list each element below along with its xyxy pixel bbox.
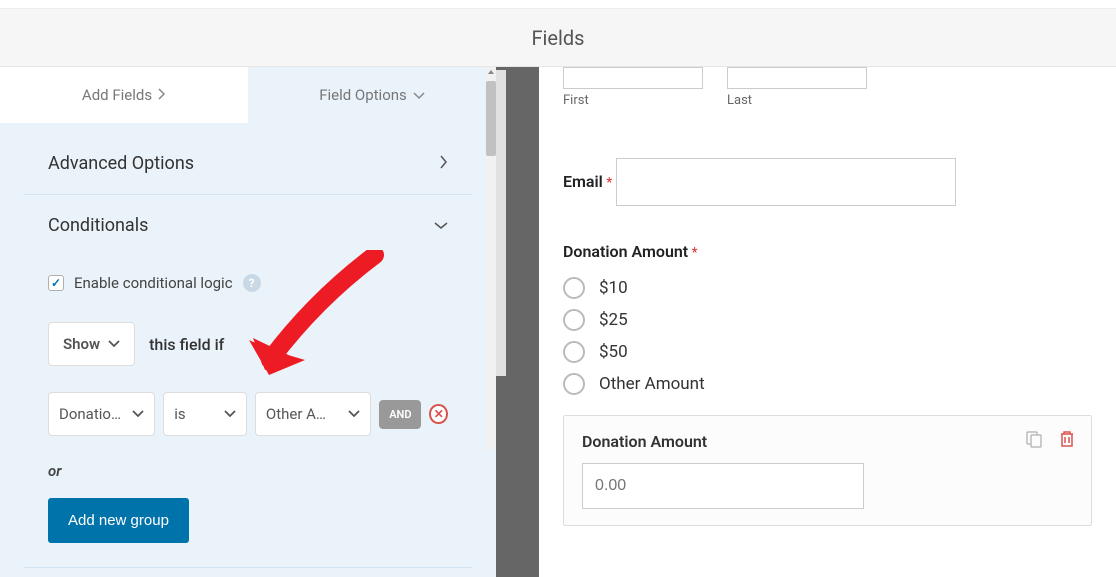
radio-other-label: Other Amount bbox=[599, 374, 705, 394]
section-advanced-options-label: Advanced Options bbox=[48, 153, 194, 174]
add-new-group-button[interactable]: Add new group bbox=[48, 498, 189, 543]
tab-add-fields-label: Add Fields bbox=[82, 86, 152, 104]
last-name-sublabel: Last bbox=[727, 93, 867, 108]
enable-conditional-row: ✓ Enable conditional logic ? bbox=[48, 274, 448, 292]
or-label: or bbox=[48, 462, 448, 480]
radio-25-label: $25 bbox=[599, 310, 628, 330]
chevron-down-icon bbox=[108, 340, 120, 348]
chevron-down-icon bbox=[132, 410, 144, 418]
radio-50[interactable] bbox=[563, 341, 585, 363]
logic-action-row: Show this field if bbox=[48, 322, 448, 366]
panel-tabs: Add Fields Field Options bbox=[0, 67, 496, 123]
last-name-input[interactable] bbox=[727, 67, 867, 89]
rule-field-value: Donatio… bbox=[59, 405, 121, 423]
chevron-down-icon bbox=[348, 410, 360, 418]
and-button[interactable]: AND bbox=[379, 400, 421, 429]
rule-field-select[interactable]: Donatio… bbox=[48, 392, 155, 436]
radio-10[interactable] bbox=[563, 277, 585, 299]
radio-item: Other Amount bbox=[563, 373, 1092, 395]
page-title: Fields bbox=[532, 26, 585, 50]
donation-radio-group: $10 $25 $50 Other Amount bbox=[563, 277, 1092, 395]
rule-value-value: Other A… bbox=[266, 405, 326, 423]
donation-amount-label: Donation Amount bbox=[563, 242, 688, 261]
rule-operator-value: is bbox=[174, 405, 185, 423]
action-select-value: Show bbox=[63, 335, 100, 353]
enable-conditional-checkbox[interactable]: ✓ bbox=[48, 275, 64, 291]
radio-25[interactable] bbox=[563, 309, 585, 331]
this-field-if-text: this field if bbox=[149, 335, 224, 354]
chevron-down-icon bbox=[413, 86, 425, 104]
left-panel: Add Fields Field Options Advanced Option… bbox=[0, 67, 496, 577]
delete-rule-button[interactable]: ✕ bbox=[429, 404, 448, 424]
preview-gap bbox=[496, 67, 539, 577]
radio-50-label: $50 bbox=[599, 342, 628, 362]
email-field: Email * bbox=[563, 144, 1092, 206]
tab-add-fields[interactable]: Add Fields bbox=[0, 67, 248, 123]
rule-value-select[interactable]: Other A… bbox=[255, 392, 371, 436]
chevron-right-icon bbox=[440, 155, 448, 173]
chevron-down-icon bbox=[434, 218, 448, 234]
field-actions bbox=[1025, 430, 1075, 452]
scroll-arrow-up-icon[interactable] bbox=[486, 67, 496, 77]
rule-row: Donatio… is Other A… AND ✕ bbox=[48, 392, 448, 436]
duplicate-icon[interactable] bbox=[1025, 430, 1043, 452]
required-star: * bbox=[688, 245, 698, 261]
radio-item: $25 bbox=[563, 309, 1092, 331]
donation-amount-field: Donation Amount * $10 $25 $50 Other Amou… bbox=[563, 242, 1092, 395]
chevron-right-icon bbox=[158, 86, 166, 104]
selected-field-label: Donation Amount bbox=[582, 432, 1073, 451]
scrollbar-thumb[interactable] bbox=[486, 81, 496, 156]
trash-icon[interactable] bbox=[1059, 430, 1075, 452]
radio-item: $10 bbox=[563, 277, 1092, 299]
radio-item: $50 bbox=[563, 341, 1092, 363]
enable-conditional-label: Enable conditional logic bbox=[74, 274, 233, 292]
help-icon[interactable]: ? bbox=[243, 274, 261, 292]
section-advanced-options[interactable]: Advanced Options bbox=[24, 133, 472, 195]
name-field-row: First Last bbox=[563, 67, 1092, 108]
required-star: * bbox=[603, 175, 613, 191]
rule-operator-select[interactable]: is bbox=[163, 392, 247, 436]
email-label: Email bbox=[563, 172, 603, 191]
tab-field-options[interactable]: Field Options bbox=[248, 67, 496, 123]
chevron-down-icon bbox=[224, 410, 236, 418]
tab-field-options-label: Field Options bbox=[319, 86, 407, 104]
header-bar: Fields bbox=[0, 9, 1116, 67]
section-conditionals[interactable]: Conditionals bbox=[24, 195, 472, 256]
section-conditionals-label: Conditionals bbox=[48, 215, 148, 236]
preview-gap-light bbox=[496, 70, 506, 376]
conditionals-body: ✓ Enable conditional logic ? Show this f… bbox=[24, 256, 472, 568]
form-preview: First Last Email * Donation Amount * $10 bbox=[539, 67, 1116, 577]
first-name-input[interactable] bbox=[563, 67, 703, 89]
email-input[interactable] bbox=[616, 158, 956, 206]
selected-donation-amount-field[interactable]: Donation Amount bbox=[563, 415, 1092, 526]
check-icon: ✓ bbox=[51, 276, 61, 290]
action-select[interactable]: Show bbox=[48, 322, 135, 366]
first-name-sublabel: First bbox=[563, 93, 703, 108]
radio-10-label: $10 bbox=[599, 278, 628, 298]
donation-amount-input[interactable] bbox=[582, 463, 864, 509]
radio-other[interactable] bbox=[563, 373, 585, 395]
